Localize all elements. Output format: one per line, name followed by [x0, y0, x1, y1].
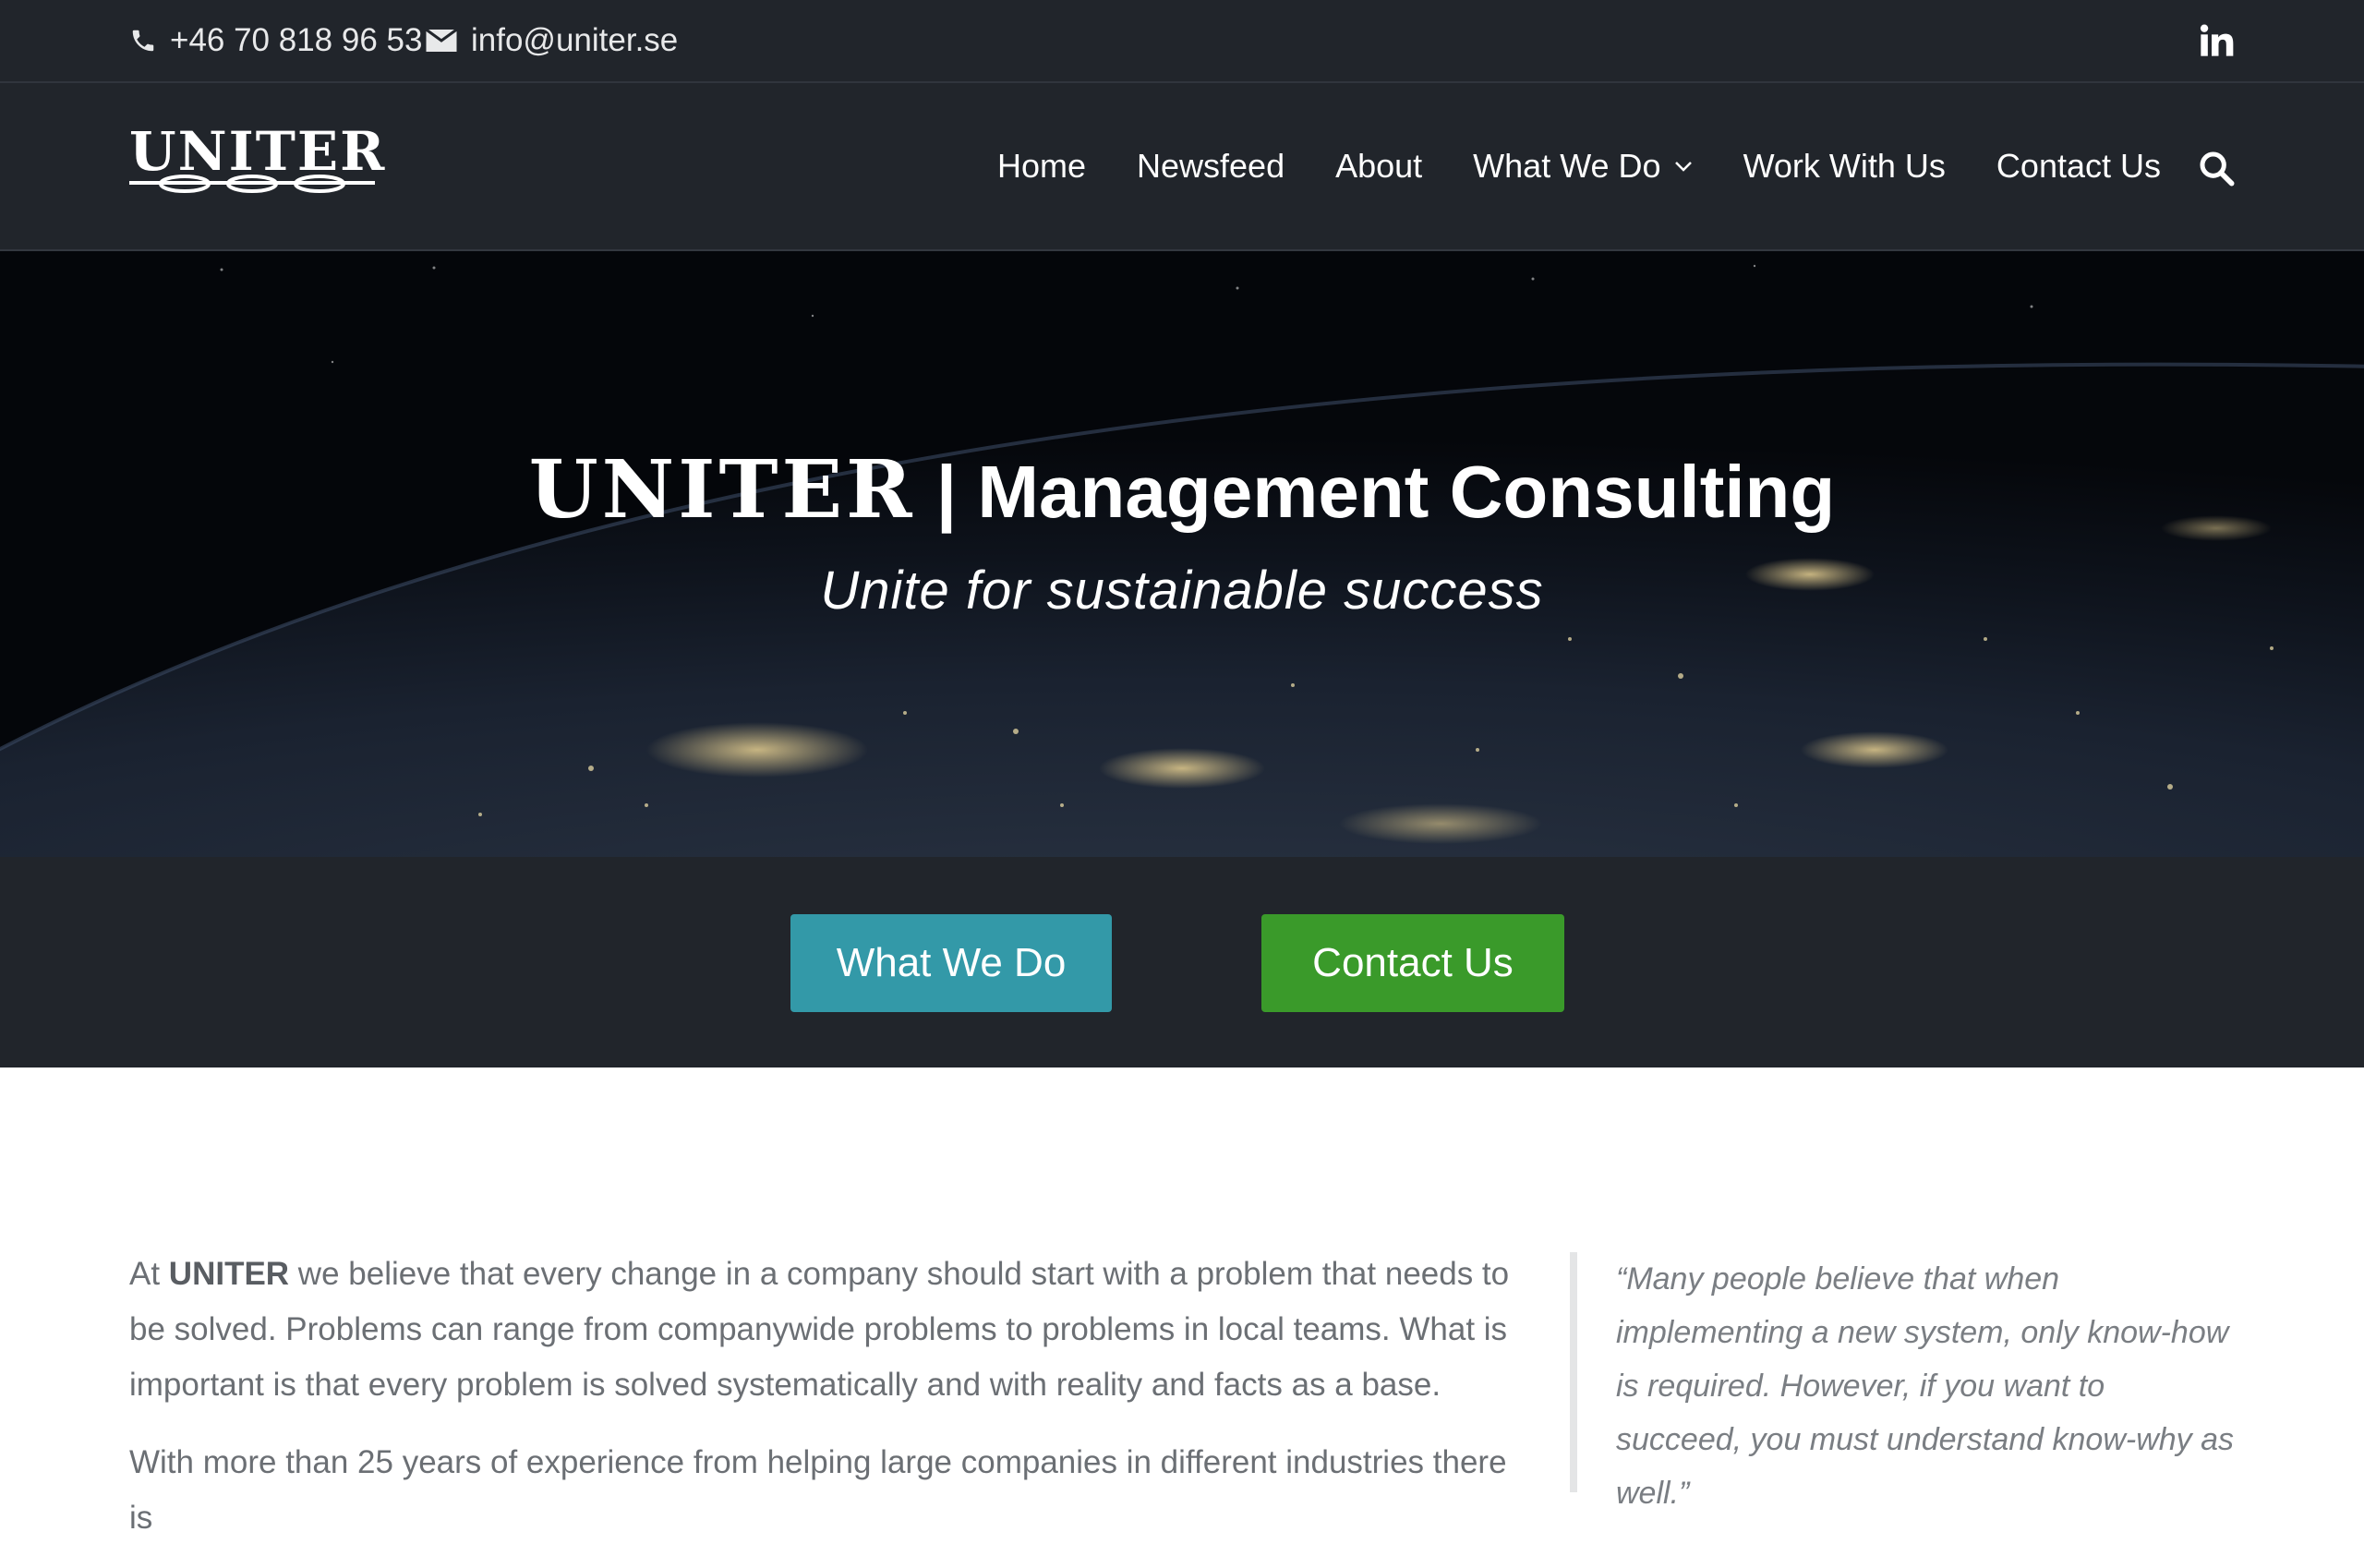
email-address: info@uniter.se: [471, 22, 679, 58]
nav-newsfeed[interactable]: Newsfeed: [1137, 147, 1285, 186]
search-icon[interactable]: [2198, 150, 2235, 187]
email-contact[interactable]: info@uniter.se: [425, 0, 678, 81]
nav-contact-us-label: Contact Us: [1996, 147, 2161, 185]
phone-contact[interactable]: +46 70 818 96 53: [129, 0, 422, 81]
phone-icon: [132, 30, 154, 52]
hero-banner: UNITER | Management Consulting Unite for…: [0, 251, 2364, 857]
p1-rest: we believe that every change in a compan…: [129, 1256, 1510, 1403]
nav-work-with-us-label: Work With Us: [1743, 147, 1946, 185]
intro-paragraph-2: With more than 25 years of experience fr…: [129, 1444, 1507, 1536]
earth-at-night-image: [0, 251, 2364, 857]
nav-contact-us[interactable]: Contact Us: [1996, 147, 2161, 186]
chevron-down-icon: [1674, 162, 1692, 172]
nav-what-we-do[interactable]: What We Do: [1473, 147, 1692, 186]
hero-subtitle: Unite for sustainable success: [820, 561, 1544, 621]
what-we-do-button[interactable]: What We Do: [790, 914, 1112, 1012]
nav-home[interactable]: Home: [997, 147, 1086, 186]
contact-us-button[interactable]: Contact Us: [1261, 914, 1564, 1012]
linkedin-icon[interactable]: [2198, 22, 2235, 59]
nav-work-with-us[interactable]: Work With Us: [1743, 147, 1946, 186]
hero-title: UNITER | Management Consulting: [0, 443, 2364, 537]
envelope-icon: [425, 28, 458, 52]
phone-number: +46 70 818 96 53: [170, 22, 423, 58]
hero-title-rest: | Management Consulting: [915, 451, 1836, 533]
nav-about[interactable]: About: [1335, 147, 1422, 186]
p1-brand: UNITER: [168, 1256, 290, 1292]
nav-newsfeed-label: Newsfeed: [1137, 147, 1285, 185]
p1-prefix: At: [129, 1256, 169, 1292]
intro-text: At UNITER we believe that every change i…: [129, 1247, 1514, 1568]
quote-block: “Many people believe that when implement…: [1570, 1252, 2235, 1511]
nav-home-label: Home: [996, 147, 1086, 185]
chain-logo-mark: [129, 175, 375, 193]
nav-about-label: About: [1335, 147, 1423, 185]
uniter-logo[interactable]: UNITER: [129, 120, 387, 196]
main-header: UNITER Home Newsfeed About What We Do Wo…: [0, 83, 2364, 251]
cta-band: What We Do Contact Us: [0, 857, 2364, 1067]
nav-what-we-do-label: What We Do: [1473, 147, 1661, 185]
intro-paragraph-1: At UNITER we believe that every change i…: [129, 1247, 1514, 1413]
logo-wordmark: UNITER: [129, 120, 387, 183]
hero-brand: UNITER: [528, 443, 916, 537]
top-bar: +46 70 818 96 53 info@uniter.se: [0, 0, 2364, 83]
main-navigation: Home Newsfeed About What We Do Work With…: [997, 83, 2161, 249]
